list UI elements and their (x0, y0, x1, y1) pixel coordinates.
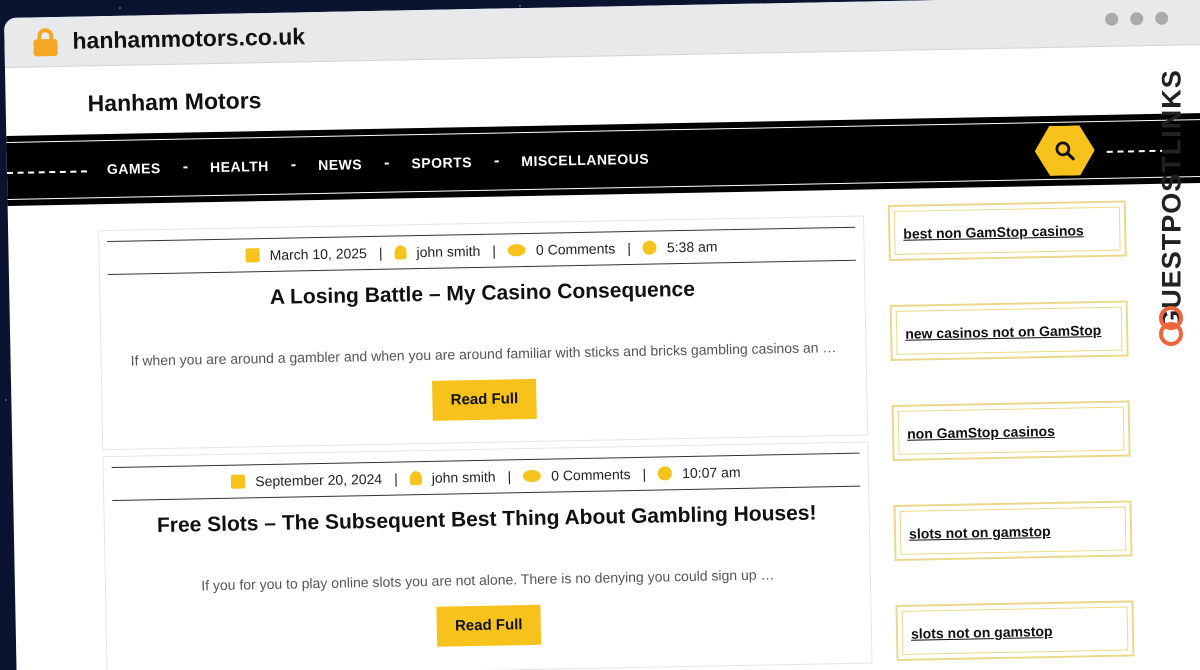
window-controls (1105, 11, 1169, 26)
sidebar-link[interactable]: non GamStop casinos (907, 423, 1055, 442)
user-icon (394, 245, 407, 260)
sidebar-link-box: non GamStop casinos (891, 400, 1131, 462)
sidebar-link[interactable]: best non GamStop casinos (903, 222, 1084, 241)
post-excerpt: If you for you to play online slots you … (201, 566, 775, 594)
comments-icon (507, 244, 527, 257)
brand-text: GUESTPOSTLINKS (1156, 69, 1187, 331)
site-title[interactable]: Hanham Motors (87, 87, 261, 117)
post-date[interactable]: March 10, 2025 (269, 245, 367, 263)
window-dot-1[interactable] (1105, 12, 1119, 26)
nav-menu: GAMES - HEALTH - NEWS - SPORTS - MISCELL… (107, 150, 650, 178)
post-date[interactable]: September 20, 2024 (255, 471, 382, 489)
post-card: March 10, 2025 | john smith | 0 Comments… (98, 215, 869, 451)
chain-link-icon (1159, 306, 1183, 346)
browser-window: hanhammotors.co.uk Hanham Motors GAMES -… (4, 0, 1200, 670)
nav-separator: - (383, 154, 390, 172)
comments-icon (523, 469, 542, 483)
guestpostlinks-watermark: GUESTPOSTLINKS (1150, 50, 1194, 360)
sidebar-link[interactable]: slots not on gamstop (911, 623, 1053, 642)
sidebar-link-box: best non GamStop casinos (887, 200, 1127, 262)
post-title[interactable]: Free Slots – The Subsequent Best Thing A… (105, 500, 869, 539)
post-time: 5:38 am (666, 238, 718, 256)
post-comments[interactable]: 0 Comments (551, 466, 631, 484)
post-meta: March 10, 2025 | john smith | 0 Comments… (107, 226, 856, 276)
nav-item-news[interactable]: NEWS (318, 156, 362, 173)
clock-icon (658, 466, 673, 481)
nav-item-sports[interactable]: SPORTS (411, 154, 472, 171)
post-title[interactable]: A Losing Battle – My Casino Consequence (100, 275, 864, 314)
read-full-button[interactable]: Read Full (432, 378, 537, 421)
sidebar-link-box: slots not on gamstop (895, 600, 1135, 661)
sidebar-link-box: slots not on gamstop (893, 500, 1133, 562)
calendar-icon (245, 248, 260, 263)
window-dot-3[interactable] (1155, 11, 1169, 25)
window-dot-2[interactable] (1130, 12, 1144, 26)
nav-dash-left (6, 170, 87, 174)
nav-separator: - (493, 152, 500, 170)
sidebar-link-box: new casinos not on GamStop (889, 300, 1129, 362)
nav-separator: - (290, 156, 297, 174)
clock-icon (642, 240, 658, 255)
post-meta: September 20, 2024 | john smith | 0 Comm… (111, 452, 861, 502)
sidebar-link[interactable]: slots not on gamstop (909, 523, 1051, 542)
search-button[interactable] (1034, 125, 1095, 176)
nav-separator: - (182, 158, 189, 176)
calendar-icon (231, 474, 246, 489)
post-author[interactable]: john smith (432, 469, 496, 486)
nav-item-games[interactable]: GAMES (107, 160, 161, 177)
post-excerpt: If when you are around a gambler and whe… (130, 339, 837, 369)
nav-item-health[interactable]: HEALTH (210, 158, 269, 175)
nav-item-miscellaneous[interactable]: MISCELLANEOUS (521, 151, 649, 169)
post-time: 10:07 am (682, 463, 741, 482)
user-icon (409, 471, 422, 486)
post-author[interactable]: john smith (416, 243, 480, 260)
post-card: September 20, 2024 | john smith | 0 Comm… (102, 441, 873, 670)
lock-icon (32, 27, 59, 56)
read-full-button[interactable]: Read Full (436, 604, 542, 647)
search-icon (1054, 139, 1076, 161)
post-comments[interactable]: 0 Comments (536, 240, 616, 258)
url-text[interactable]: hanhammotors.co.uk (72, 23, 305, 54)
sidebar-link[interactable]: new casinos not on GamStop (905, 322, 1101, 342)
main-nav: GAMES - HEALTH - NEWS - SPORTS - MISCELL… (6, 112, 1200, 206)
